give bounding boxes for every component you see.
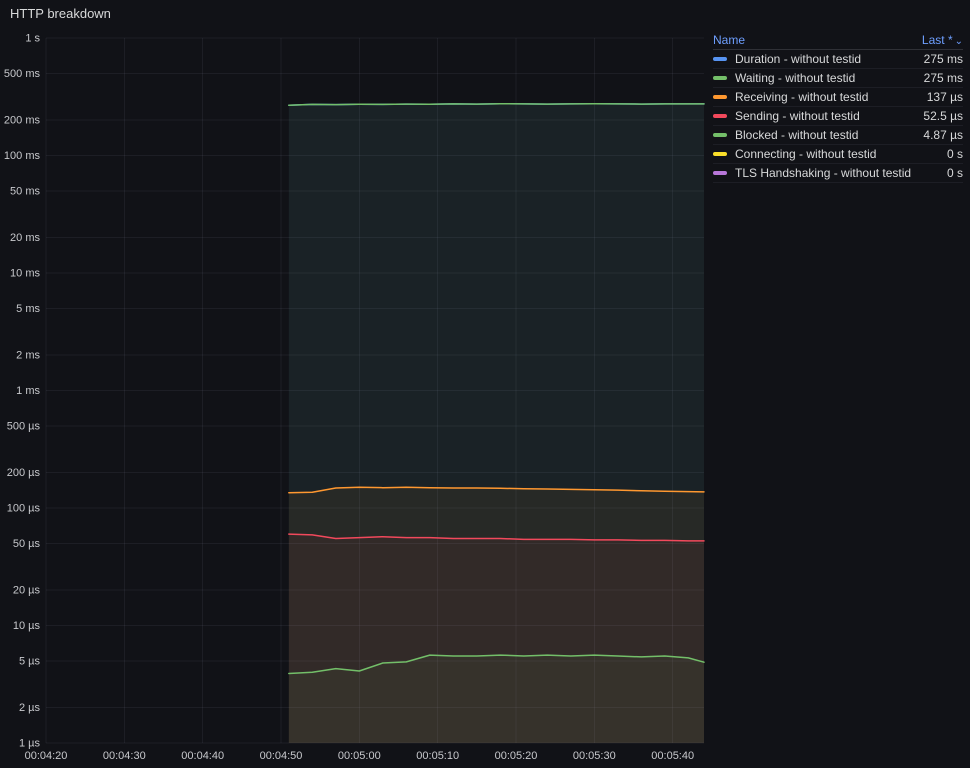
legend-row[interactable]: Duration - without testid 275 ms xyxy=(713,50,963,69)
series-color-swatch[interactable] xyxy=(713,95,727,99)
series-color-swatch[interactable] xyxy=(713,114,727,118)
legend-row[interactable]: Receiving - without testid 137 µs xyxy=(713,88,963,107)
x-tick-label: 00:04:30 xyxy=(103,750,146,762)
series-fills xyxy=(288,103,704,743)
series-last-value: 4.87 µs xyxy=(923,128,963,142)
series-name: Sending - without testid xyxy=(735,109,860,123)
y-tick-label: 1 µs xyxy=(19,738,41,750)
series-name: Waiting - without testid xyxy=(735,71,856,85)
x-tick-label: 00:04:40 xyxy=(181,750,224,762)
series-last-value: 275 ms xyxy=(923,71,963,85)
y-tick-label: 200 µs xyxy=(7,467,41,479)
panel-title[interactable]: HTTP breakdown xyxy=(10,6,111,21)
series-color-swatch[interactable] xyxy=(713,171,727,175)
series-name: Blocked - without testid xyxy=(735,128,859,142)
y-tick-label: 1 ms xyxy=(16,385,40,397)
legend-header: Name Last * ⌄ xyxy=(713,32,963,50)
series-name: Receiving - without testid xyxy=(735,90,869,104)
y-tick-label: 10 ms xyxy=(10,268,40,280)
legend-row[interactable]: Blocked - without testid 4.87 µs xyxy=(713,126,963,145)
http-breakdown-panel: HTTP breakdown 1 s 500 ms 200 ms 100 ms 50 m… xyxy=(0,0,970,768)
series-last-value: 0 s xyxy=(946,166,963,180)
series-color-swatch[interactable] xyxy=(713,76,727,80)
legend-table: Name Last * ⌄ Duration - without testid 2… xyxy=(713,32,963,183)
series-name: TLS Handshaking - without testid xyxy=(735,166,912,180)
x-tick-label: 00:05:40 xyxy=(651,750,694,762)
y-tick-label: 2 ms xyxy=(16,350,40,362)
series-name: Connecting - without testid xyxy=(735,147,877,161)
y-tick-label: 100 ms xyxy=(4,150,41,162)
y-tick-label: 20 µs xyxy=(13,585,41,597)
legend-row[interactable]: Waiting - without testid 275 ms xyxy=(713,69,963,88)
y-tick-label: 50 µs xyxy=(13,538,41,550)
legend-sort-last-label: Last * xyxy=(921,32,953,47)
x-tick-label: 00:04:20 xyxy=(25,750,68,762)
x-tick-label: 00:05:10 xyxy=(416,750,459,762)
y-tick-label: 5 ms xyxy=(16,303,40,315)
legend-row[interactable]: Sending - without testid 52.5 µs xyxy=(713,107,963,126)
series-color-swatch[interactable] xyxy=(713,133,727,137)
legend-row[interactable]: Connecting - without testid 0 s xyxy=(713,145,963,164)
x-tick-label: 00:04:50 xyxy=(260,750,303,762)
series-last-value: 52.5 µs xyxy=(923,109,963,123)
y-tick-label: 100 µs xyxy=(7,503,41,515)
y-tick-label: 20 ms xyxy=(10,232,40,244)
series-name: Duration - without testid xyxy=(735,52,862,66)
series-last-value: 0 s xyxy=(946,147,963,161)
x-tick-label: 00:05:00 xyxy=(338,750,381,762)
y-tick-label: 1 s xyxy=(25,33,40,45)
series-last-value: 275 ms xyxy=(923,52,963,66)
x-tick-label: 00:05:20 xyxy=(495,750,538,762)
series-last-value: 137 µs xyxy=(926,90,963,104)
sort-caret-icon: ⌄ xyxy=(954,35,963,47)
y-tick-label: 500 µs xyxy=(7,420,41,432)
legend-sort-name[interactable]: Name xyxy=(713,33,745,47)
x-tick-label: 00:05:30 xyxy=(573,750,616,762)
series-color-swatch[interactable] xyxy=(713,152,727,156)
y-tick-label: 5 µs xyxy=(19,655,41,667)
y-tick-label: 50 ms xyxy=(10,185,40,197)
y-tick-label: 500 ms xyxy=(4,68,41,80)
legend-sort-last[interactable]: Last * ⌄ xyxy=(922,33,963,47)
y-tick-label: 200 ms xyxy=(4,115,41,127)
y-tick-label: 2 µs xyxy=(19,702,41,714)
y-tick-label: 10 µs xyxy=(13,620,41,632)
series-color-swatch[interactable] xyxy=(713,57,727,61)
legend-row[interactable]: TLS Handshaking - without testid 0 s xyxy=(713,164,963,183)
